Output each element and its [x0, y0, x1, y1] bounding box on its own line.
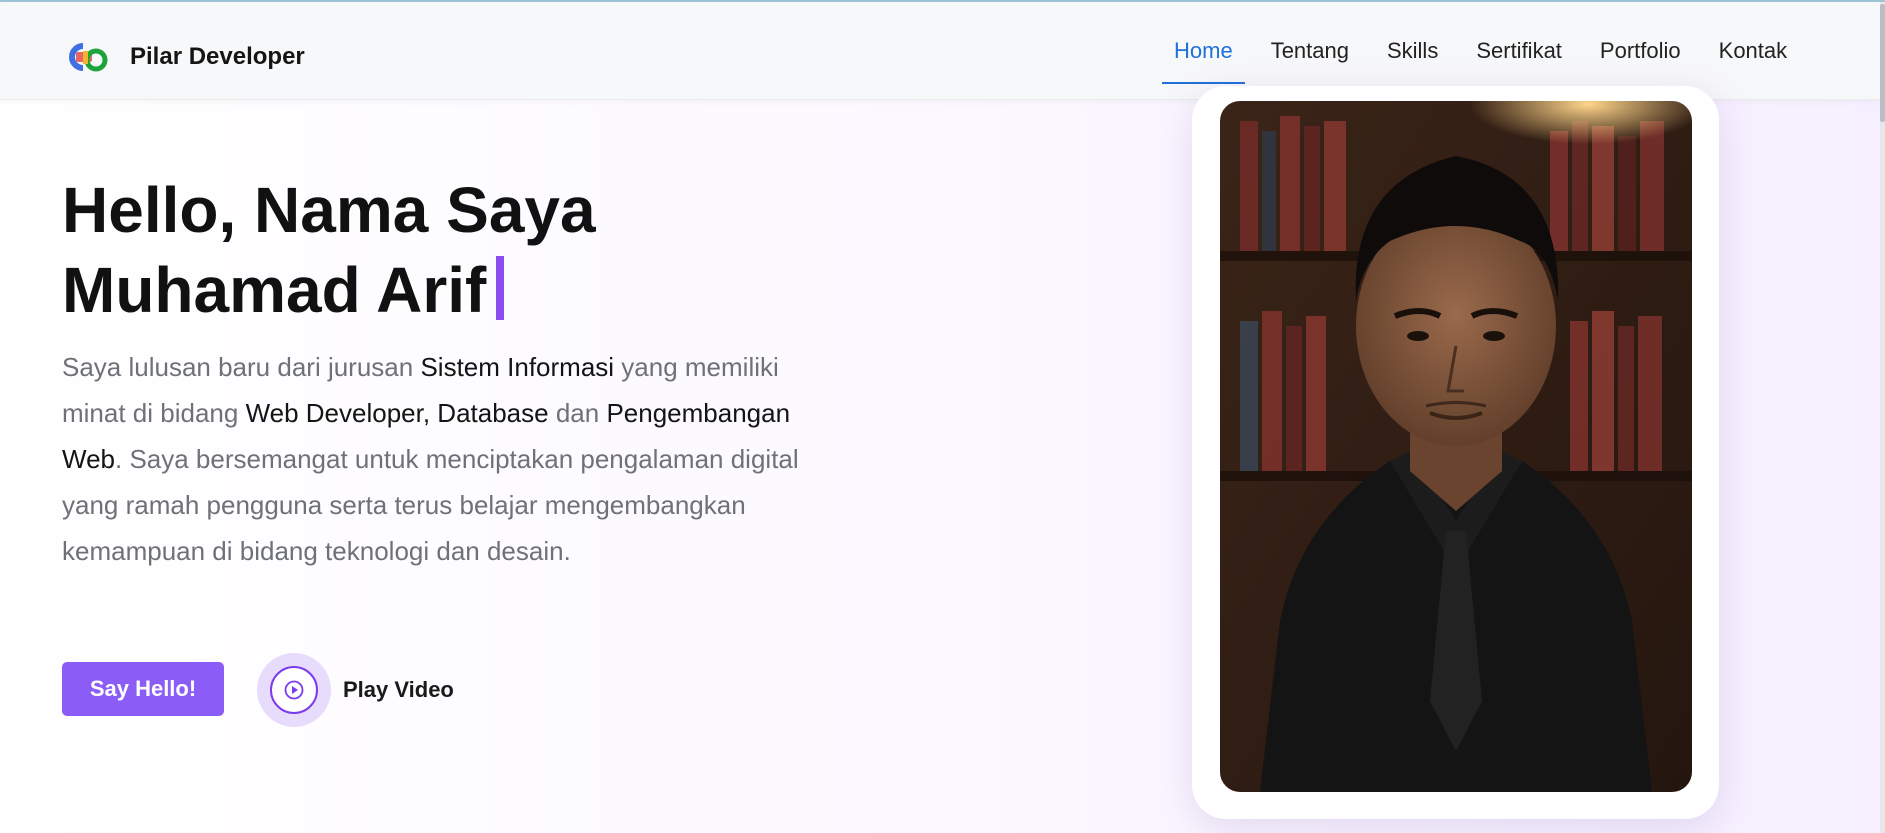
hero-title-line2: Muhamad Arif — [62, 254, 487, 326]
typing-cursor — [496, 256, 505, 320]
hero-title: Hello, Nama Saya Muhamad Arif — [62, 170, 962, 330]
desc-text: dan — [548, 398, 607, 428]
portrait-photo — [1220, 101, 1692, 792]
desc-highlight-interest: Web Developer, Database — [245, 398, 549, 428]
play-video-label: Play Video — [343, 677, 454, 702]
play-icon — [270, 666, 318, 714]
hero-title-line2-wrap: Muhamad Arif — [62, 250, 962, 330]
brand-name: Pilar Developer — [130, 43, 305, 70]
hero-title-line1: Hello, Nama Saya — [62, 174, 596, 246]
desc-text: Saya lulusan baru dari jurusan — [62, 352, 421, 382]
scrollbar-thumb[interactable] — [1880, 4, 1885, 122]
say-hello-button[interactable]: Say Hello! — [62, 662, 224, 716]
page-scrollbar[interactable] — [1880, 2, 1885, 833]
profile-photo-card — [1192, 86, 1719, 819]
brand-logo-icon — [66, 40, 110, 74]
hero-description: Saya lulusan baru dari jurusan Sistem In… — [62, 344, 802, 574]
brand[interactable]: Pilar Developer — [66, 40, 305, 74]
play-ring — [257, 653, 331, 727]
play-video-button[interactable]: Play Video — [257, 653, 454, 727]
desc-text: . Saya bersemangat untuk menciptakan pen… — [62, 444, 799, 566]
nav-item-kontak[interactable]: Kontak — [1707, 2, 1800, 100]
desc-highlight-major: Sistem Informasi — [420, 352, 615, 382]
